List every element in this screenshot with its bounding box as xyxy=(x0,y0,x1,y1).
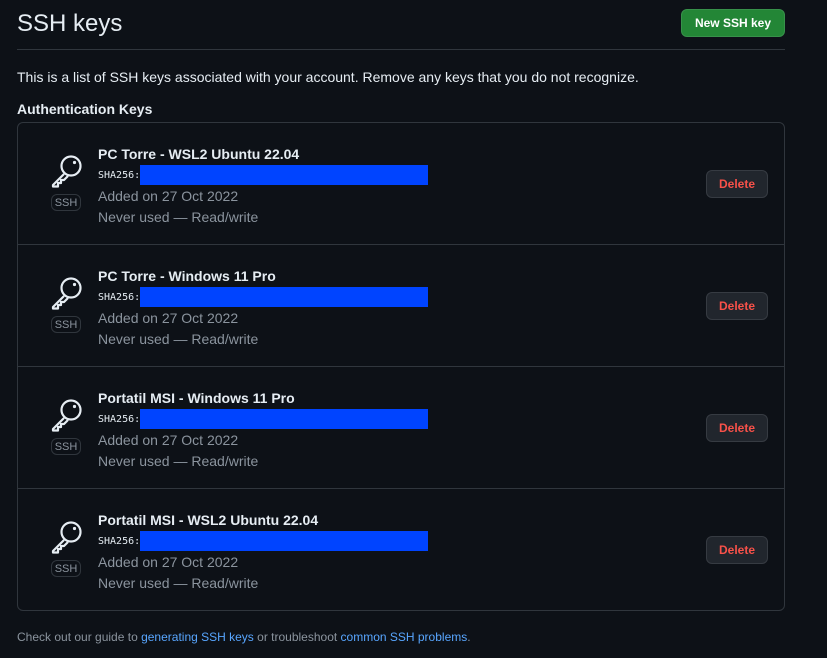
fingerprint-label: SHA256: xyxy=(98,413,141,425)
page-title: SSH keys xyxy=(17,10,123,37)
key-list: SSH PC Torre - WSL2 Ubuntu 22.04 SHA256:… xyxy=(17,122,785,611)
fingerprint-label: SHA256: xyxy=(98,291,141,303)
key-icon xyxy=(51,399,82,432)
key-fingerprint: SHA256: xyxy=(98,165,429,185)
key-usage: Never used — Read/write xyxy=(98,453,259,469)
ssh-badge: SSH xyxy=(51,438,81,455)
key-title: Portatil MSI - Windows 11 Pro xyxy=(98,390,295,406)
ssh-badge: SSH xyxy=(51,316,81,333)
key-icon xyxy=(51,277,82,310)
footer-prefix: Check out our guide to xyxy=(17,630,142,644)
ssh-badge: SSH xyxy=(51,194,81,211)
new-ssh-key-button[interactable]: New SSH key xyxy=(680,9,785,37)
fingerprint-redacted xyxy=(140,531,429,551)
key-fingerprint: SHA256: xyxy=(98,531,429,551)
delete-key-button[interactable]: Delete xyxy=(706,536,768,564)
key-fingerprint: SHA256: xyxy=(98,287,429,307)
fingerprint-redacted xyxy=(140,287,429,307)
fingerprint-redacted xyxy=(140,409,429,429)
intro-text: This is a list of SSH keys associated wi… xyxy=(17,69,639,85)
key-usage: Never used — Read/write xyxy=(98,331,259,347)
section-title: Authentication Keys xyxy=(17,101,153,117)
key-row: SSH Portatil MSI - WSL2 Ubuntu 22.04 SHA… xyxy=(18,489,784,610)
key-row: SSH Portatil MSI - Windows 11 Pro SHA256… xyxy=(18,367,784,489)
key-added-date: Added on 27 Oct 2022 xyxy=(98,554,239,570)
key-added-date: Added on 27 Oct 2022 xyxy=(98,188,239,204)
key-usage: Never used — Read/write xyxy=(98,575,259,591)
ssh-badge: SSH xyxy=(51,560,81,577)
ssh-keys-page: SSH keys New SSH key This is a list of S… xyxy=(0,0,827,658)
key-title: PC Torre - Windows 11 Pro xyxy=(98,268,276,284)
key-usage: Never used — Read/write xyxy=(98,209,259,225)
key-title: Portatil MSI - WSL2 Ubuntu 22.04 xyxy=(98,512,319,528)
key-row: SSH PC Torre - Windows 11 Pro SHA256: Ad… xyxy=(18,245,784,367)
fingerprint-label: SHA256: xyxy=(98,169,141,181)
help-footer: Check out our guide to generating SSH ke… xyxy=(17,629,471,645)
key-row: SSH PC Torre - WSL2 Ubuntu 22.04 SHA256:… xyxy=(18,123,784,245)
key-added-date: Added on 27 Oct 2022 xyxy=(98,432,239,448)
delete-key-button[interactable]: Delete xyxy=(706,414,768,442)
key-fingerprint: SHA256: xyxy=(98,409,429,429)
generating-ssh-keys-link[interactable]: generating SSH keys xyxy=(141,630,254,644)
key-icon xyxy=(51,155,82,188)
delete-key-button[interactable]: Delete xyxy=(706,292,768,320)
footer-middle: or troubleshoot xyxy=(253,630,341,644)
delete-key-button[interactable]: Delete xyxy=(706,170,768,198)
key-icon xyxy=(51,521,82,554)
page-header: SSH keys New SSH key xyxy=(17,0,785,50)
fingerprint-label: SHA256: xyxy=(98,535,141,547)
key-title: PC Torre - WSL2 Ubuntu 22.04 xyxy=(98,146,300,162)
common-ssh-problems-link[interactable]: common SSH problems xyxy=(341,630,468,644)
footer-suffix: . xyxy=(467,630,471,644)
fingerprint-redacted xyxy=(140,165,429,185)
key-added-date: Added on 27 Oct 2022 xyxy=(98,310,239,326)
